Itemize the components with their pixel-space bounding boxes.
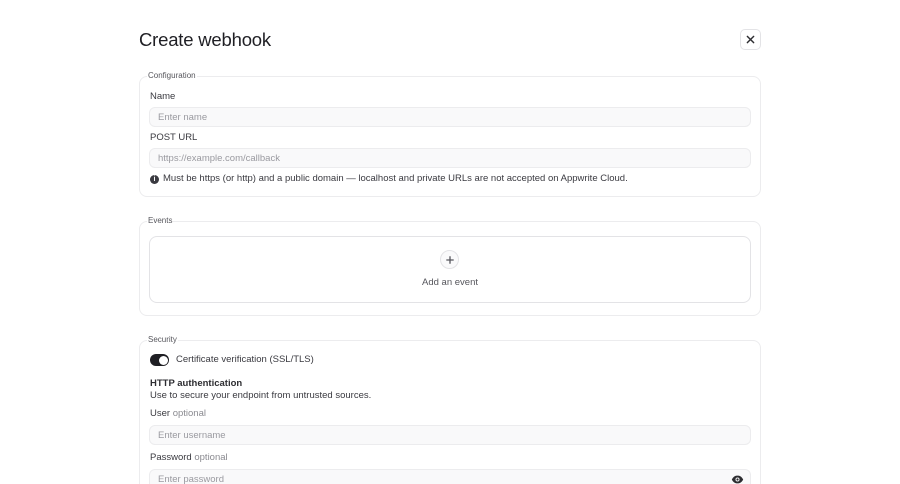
password-optional-tag: optional — [194, 452, 228, 463]
plus-icon — [445, 255, 454, 264]
info-icon: i — [150, 174, 159, 184]
close-icon — [746, 35, 755, 44]
password-input[interactable] — [149, 469, 751, 484]
username-input[interactable] — [149, 425, 751, 445]
http-auth-title: HTTP authentication — [150, 378, 243, 389]
user-optional-tag: optional — [172, 408, 206, 419]
name-label: Name — [150, 91, 176, 102]
configuration-legend: Configuration — [147, 71, 197, 81]
ssl-verification-toggle[interactable] — [150, 354, 169, 366]
password-label: Password optional — [150, 452, 228, 464]
post-url-helper-text: Must be https (or http) and a public dom… — [163, 173, 628, 184]
add-event-label: Add an event — [422, 277, 478, 288]
http-auth-description: Use to secure your endpoint from untrust… — [150, 390, 372, 401]
toggle-knob — [158, 355, 168, 365]
post-url-helper: i Must be https (or http) and a public d… — [150, 173, 628, 185]
post-url-label: POST URL — [150, 132, 198, 143]
dialog-title: Create webhook — [139, 29, 271, 50]
user-label: User optional — [150, 408, 206, 420]
password-label-text: Password — [150, 452, 192, 463]
user-label-text: User — [150, 408, 171, 419]
eye-icon — [731, 475, 743, 483]
security-legend: Security — [147, 335, 178, 345]
post-url-input[interactable] — [149, 148, 751, 168]
events-legend: Events — [147, 216, 174, 226]
close-button[interactable] — [740, 29, 761, 50]
toggle-password-visibility-button[interactable] — [730, 473, 744, 484]
add-event-circle[interactable] — [440, 250, 459, 269]
ssl-verification-label: Certificate verification (SSL/TLS) — [176, 354, 314, 365]
name-input[interactable] — [149, 107, 751, 127]
create-webhook-dialog: Create webhook Configuration Name POST U… — [0, 0, 900, 484]
add-event-button[interactable] — [149, 236, 751, 303]
